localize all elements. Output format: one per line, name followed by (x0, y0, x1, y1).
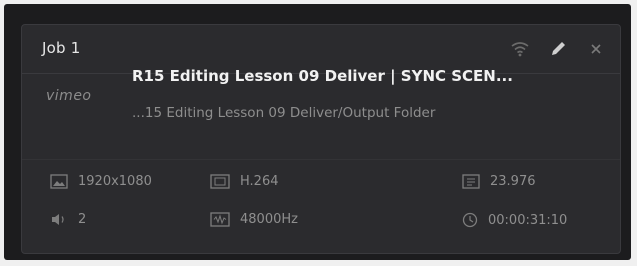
job-title: Job 1 (42, 39, 81, 57)
resolution-spec: 1920x1080 (50, 174, 152, 189)
duration-spec: 00:00:31:10 (462, 212, 567, 228)
resolution-value: 1920x1080 (78, 174, 152, 189)
pencil-icon[interactable] (548, 39, 568, 59)
render-queue-panel: Job 1 vimeo R15 Editing Lesson 09 Delive… (4, 4, 631, 260)
vimeo-logo: vimeo (46, 88, 92, 104)
sample-rate-spec: 48000Hz (210, 212, 298, 227)
frame-rate-value: 23.976 (490, 174, 536, 189)
render-job-card[interactable]: Job 1 vimeo R15 Editing Lesson 09 Delive… (21, 24, 621, 254)
image-icon (50, 174, 68, 189)
output-path: ...15 Editing Lesson 09 Deliver/Output F… (132, 105, 436, 121)
duration-value: 00:00:31:10 (488, 212, 568, 228)
close-icon[interactable] (586, 39, 606, 59)
film-icon (210, 174, 230, 189)
job-name: R15 Editing Lesson 09 Deliver | SYNC SCE… (132, 67, 513, 85)
wifi-icon (510, 39, 530, 59)
audio-channels-value: 2 (78, 212, 87, 227)
codec-value: H.264 (240, 174, 279, 189)
job-specs: 1920x1080 H.264 23.976 2 48000Hz 00:00:3… (22, 159, 620, 256)
waveform-icon (210, 212, 230, 227)
codec-spec: H.264 (210, 174, 279, 189)
clock-icon (462, 212, 478, 228)
frame-rate-spec: 23.976 (462, 174, 536, 189)
speaker-icon (52, 214, 64, 225)
sample-rate-value: 48000Hz (240, 212, 298, 227)
framerate-icon (462, 174, 480, 189)
audio-channels-spec: 2 (50, 212, 86, 227)
